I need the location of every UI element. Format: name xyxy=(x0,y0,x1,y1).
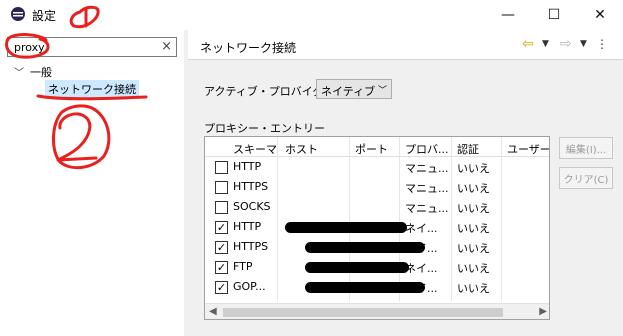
annotation-number-two-mark xyxy=(52,104,111,170)
annotation-number-one-mark xyxy=(69,5,100,29)
red-annotations xyxy=(5,5,148,170)
network-underline-mark xyxy=(36,94,148,101)
filter-circle-mark xyxy=(5,33,50,59)
